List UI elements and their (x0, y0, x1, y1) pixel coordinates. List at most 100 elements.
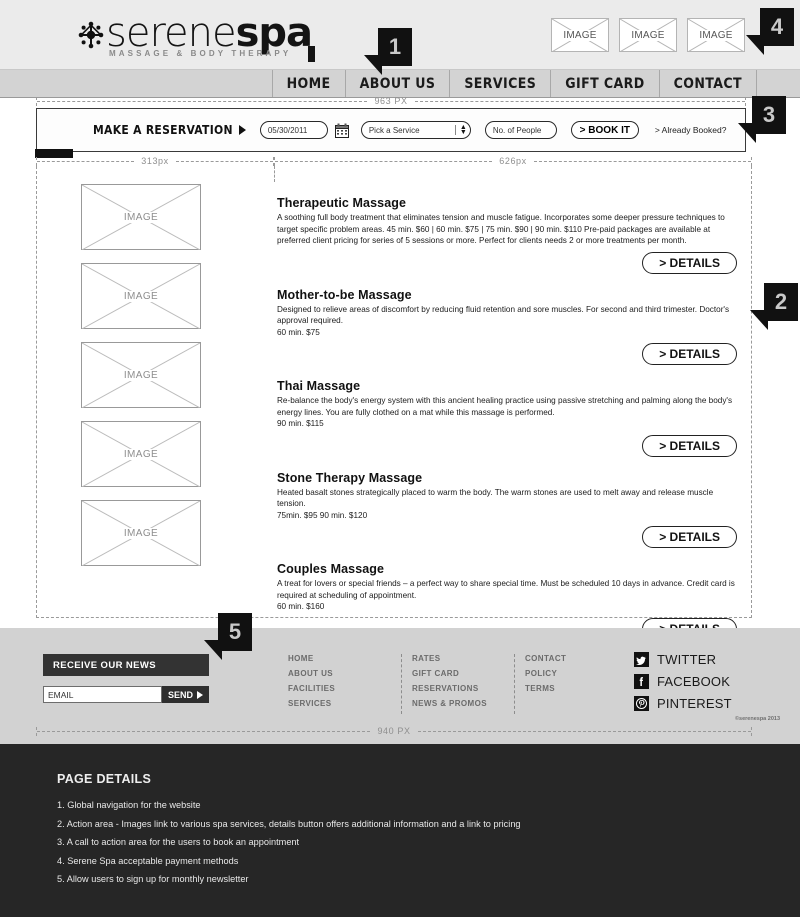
service-title: Mother-to-be Massage (277, 287, 412, 302)
twitter-icon (634, 652, 649, 667)
footer-column-2: RATES GIFT CARD RESERVATIONS NEWS & PROM… (401, 654, 514, 714)
measure-label: 313px (141, 156, 169, 166)
callout-badge-2: 2 (750, 283, 798, 330)
social-link-facebook[interactable]: FACEBOOK (634, 674, 732, 689)
payment-image-label: IMAGE (562, 29, 598, 41)
logo-wordmark: serenespa (106, 13, 313, 53)
measure-label: 626px (499, 156, 527, 166)
asterisk-flower-icon (78, 21, 104, 49)
service-image-placeholder[interactable]: IMAGE (81, 342, 201, 408)
payment-image-label: IMAGE (698, 29, 734, 41)
page-detail-item: 1. Global navigation for the website (57, 800, 201, 810)
measure-left-column: 313px (36, 156, 274, 166)
footer-link-rates[interactable]: RATES (412, 654, 514, 663)
service-pricing: 60 min. $160 (277, 602, 325, 611)
service-image-label: IMAGE (120, 527, 162, 539)
social-links: TWITTER FACEBOOK PINTEREST (634, 652, 732, 718)
service-item-therapeutic-massage: Therapeutic Massage A soothing full body… (277, 196, 737, 282)
spinner-arrows-icon[interactable]: ▲ ▼ (454, 124, 467, 136)
service-image-placeholder[interactable]: IMAGE (81, 263, 201, 329)
facebook-icon (634, 674, 649, 689)
payment-image-placeholder[interactable]: IMAGE (619, 18, 677, 52)
footer-link-policy[interactable]: POLICY (525, 669, 627, 678)
newsletter-signup: RECEIVE OUR NEWS EMAIL SEND (43, 654, 209, 703)
footer-link-services[interactable]: SERVICES (288, 699, 401, 708)
measure-top-width: 963 PX (36, 96, 746, 106)
callout-badge-1: 1 (364, 28, 412, 75)
logo-tagline: MASSAGE & BODY THERAPY (109, 49, 292, 58)
footer-link-news-promos[interactable]: NEWS & PROMOS (412, 699, 514, 708)
social-link-twitter[interactable]: TWITTER (634, 652, 732, 667)
nav-item-home[interactable]: HOME (271, 70, 345, 97)
service-description: Designed to relieve areas of discomfort … (277, 304, 730, 326)
service-pricing: 60 min. $75 (277, 327, 320, 337)
service-image-column: IMAGE IMAGE IMAGE IMAGE IMAGE (81, 184, 201, 579)
service-select[interactable]: Pick a Service ▲ ▼ (360, 121, 471, 139)
payment-image-placeholder[interactable]: IMAGE (551, 18, 609, 52)
nav-item-about-us[interactable]: ABOUT US (344, 70, 450, 97)
details-button[interactable]: > DETAILS (642, 526, 737, 548)
social-label-facebook: FACEBOOK (657, 674, 731, 689)
triangle-right-icon (238, 125, 246, 135)
social-link-pinterest[interactable]: PINTEREST (634, 696, 732, 711)
service-image-label: IMAGE (120, 290, 162, 302)
footer-link-reservations[interactable]: RESERVATIONS (412, 684, 514, 693)
reservation-title: MAKE A RESERVATION (93, 123, 246, 137)
service-pricing: 75min. $95 90 min. $120 (277, 510, 368, 520)
triangle-right-icon (197, 690, 203, 699)
service-image-placeholder[interactable]: IMAGE (81, 184, 201, 250)
details-button[interactable]: > DETAILS (642, 251, 737, 274)
calendar-icon[interactable] (334, 123, 349, 138)
footer-link-terms[interactable]: TERMS (525, 684, 627, 693)
page-details-panel: PAGE DETAILS 1. Global navigation for th… (0, 744, 800, 917)
wireframe-page: serenespa MASSAGE & BODY THERAPY IMAGE I… (0, 0, 800, 917)
footer-link-facilities[interactable]: FACILITIES (288, 684, 401, 693)
measure-footer-width: 940 PX (36, 726, 752, 736)
nav-item-gift-card[interactable]: GIFT CARD (550, 70, 658, 97)
service-description: Re-balance the body's energy system with… (277, 396, 733, 417)
nav-item-services[interactable]: SERVICES (449, 70, 550, 97)
details-button[interactable]: > DETAILS (642, 434, 737, 457)
page-detail-item: 4. Serene Spa acceptable payment methods (57, 855, 239, 866)
footer-link-columns: HOME ABOUT US FACILITIES SERVICES RATES … (288, 654, 627, 714)
book-it-button[interactable]: > BOOK IT (570, 121, 639, 139)
social-label-pinterest: PINTEREST (657, 696, 732, 711)
footer-link-about-us[interactable]: ABOUT US (288, 669, 401, 678)
page-details-list: 1. Global navigation for the website 2. … (57, 796, 800, 889)
service-pricing: 90 min. $115 (277, 419, 324, 428)
service-title: Stone Therapy Massage (277, 470, 423, 485)
page-details-heading: PAGE DETAILS (57, 772, 152, 786)
newsletter-send-button[interactable]: SEND (162, 686, 209, 703)
services-content-area: IMAGE IMAGE IMAGE IMAGE IMAGE Therapeuti… (36, 170, 752, 640)
callout-badge-3: 3 (738, 96, 786, 143)
service-description: A soothing full body treatment that elim… (277, 213, 725, 245)
logo[interactable]: serenespa MASSAGE & BODY THERAPY (78, 13, 316, 62)
footer-column-3: CONTACT POLICY TERMS (514, 654, 627, 714)
service-image-placeholder[interactable]: IMAGE (81, 421, 201, 487)
logo-accent-bar (308, 46, 316, 62)
newsletter-send-label: SEND (167, 689, 193, 700)
service-title: Couples Massage (277, 562, 385, 576)
service-title: Therapeutic Massage (277, 196, 407, 210)
footer-column-1: HOME ABOUT US FACILITIES SERVICES (288, 654, 401, 714)
details-button[interactable]: > DETAILS (642, 343, 737, 365)
callout-badge-4: 4 (746, 8, 794, 55)
page-detail-item: 2. Action area - Images link to various … (57, 818, 521, 829)
already-booked-link[interactable]: > Already Booked? (655, 125, 727, 135)
people-count-input[interactable]: No. of People (484, 121, 557, 139)
footer-link-gift-card[interactable]: GIFT CARD (412, 669, 514, 678)
pinterest-icon (634, 696, 649, 711)
reservation-date-input[interactable]: 05/30/2011 (259, 121, 328, 139)
newsletter-heading: RECEIVE OUR NEWS (43, 654, 209, 676)
payment-image-placeholder[interactable]: IMAGE (687, 18, 745, 52)
service-image-label: IMAGE (120, 448, 162, 460)
service-title: Thai Massage (277, 379, 361, 393)
service-item-stone-therapy-massage: Stone Therapy Massage Heated basalt ston… (277, 471, 737, 557)
service-image-label: IMAGE (120, 369, 162, 381)
service-image-placeholder[interactable]: IMAGE (81, 500, 201, 566)
footer-link-home[interactable]: HOME (288, 654, 401, 663)
nav-item-contact[interactable]: CONTACT (658, 70, 757, 97)
footer-link-contact[interactable]: CONTACT (525, 654, 627, 663)
newsletter-email-input[interactable]: EMAIL (43, 686, 162, 703)
reservation-title-text: MAKE A RESERVATION (93, 123, 233, 137)
